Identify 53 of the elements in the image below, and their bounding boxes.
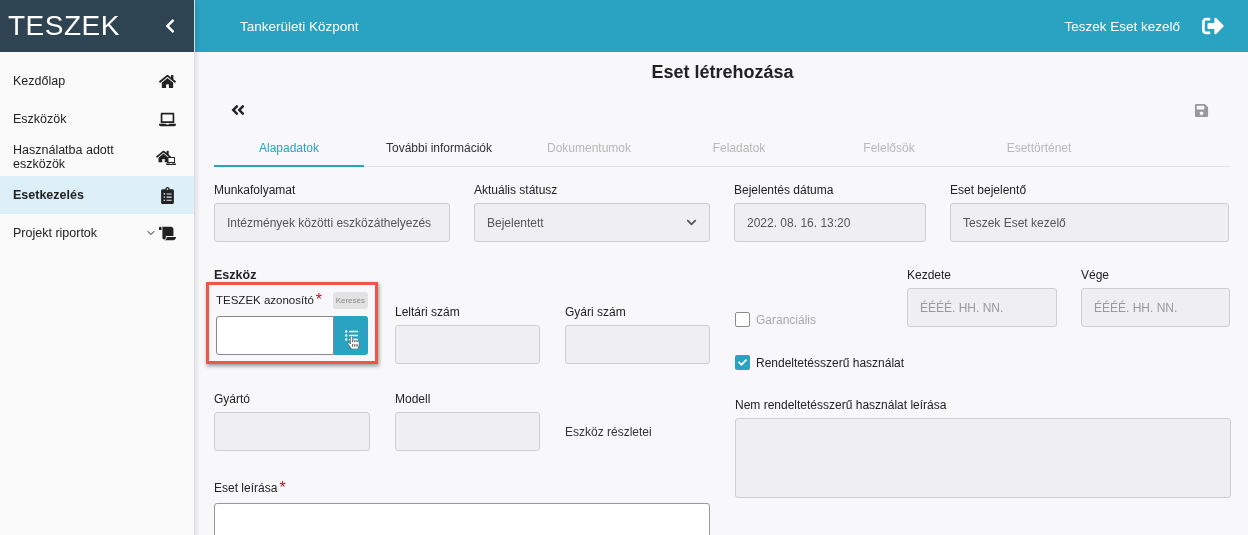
tooltip: Keresés xyxy=(332,291,368,309)
sidebar-item[interactable]: Kezdőlap xyxy=(0,62,194,100)
organization-name: Tankerületi Központ xyxy=(240,18,359,34)
field-label: Aktuális státusz xyxy=(474,183,559,197)
sidebar-item[interactable]: Használatba adott eszközök xyxy=(0,138,194,176)
readonly-field[interactable] xyxy=(395,412,540,451)
readonly-field[interactable]: Teszek Eset kezelő xyxy=(950,203,1229,242)
checkbox[interactable] xyxy=(735,355,750,370)
text-area[interactable] xyxy=(214,503,710,535)
hand-cursor-icon xyxy=(347,336,360,349)
readonly-field[interactable] xyxy=(395,325,540,364)
required-mark: * xyxy=(315,291,323,309)
field-label: Vége xyxy=(1081,268,1111,282)
field-label: Nem rendeltetésszerű használat leírása xyxy=(735,398,948,412)
field-label: Munkafolyamat xyxy=(214,183,297,197)
check-icon xyxy=(738,358,747,367)
field-label: Kezdete xyxy=(907,268,953,282)
field-label: Modell xyxy=(395,392,432,406)
status-select[interactable]: Bejelentett xyxy=(474,203,710,242)
sidebar-item[interactable]: Projekt riportok xyxy=(0,214,194,252)
input-field[interactable] xyxy=(216,316,334,355)
checkbox-label: Rendeltetésszerű használat xyxy=(756,355,905,370)
dropdown-icon xyxy=(686,217,697,228)
clipboard-icon xyxy=(159,186,176,204)
user-name: Teszek Eset kezelő xyxy=(1064,18,1180,34)
house-laptop-icon xyxy=(156,148,176,166)
device-details-link[interactable]: Eszköz részletei xyxy=(565,425,710,451)
readonly-field[interactable]: Intézmények közötti eszközáthelyezés xyxy=(214,203,450,242)
field-label: TESZEK azonosító xyxy=(216,294,314,306)
field-label: Eset bejelentő xyxy=(950,183,1028,197)
required-mark: * xyxy=(279,479,286,497)
page-title: Eset létrehozása xyxy=(650,62,795,83)
readonly-field[interactable]: 2022. 08. 16. 13:20 xyxy=(734,203,926,242)
logout-icon[interactable] xyxy=(1202,15,1224,37)
readonly-field[interactable] xyxy=(214,412,370,451)
laptop-icon xyxy=(159,110,176,128)
field-label: Bejelentés dátuma xyxy=(734,183,835,197)
scroll-icon xyxy=(159,224,176,242)
field-label: Eset leírása xyxy=(214,481,278,495)
sidebar-item[interactable]: Esetkezelés xyxy=(0,176,194,214)
app-title: TESZEK xyxy=(8,10,120,42)
section-heading: Eszköz xyxy=(214,268,258,282)
readonly-field[interactable] xyxy=(565,325,710,364)
search-list-button[interactable] xyxy=(334,316,368,355)
field-label: Gyári szám xyxy=(565,305,627,319)
field-label: Gyártó xyxy=(214,392,251,406)
tab[interactable]: További információk xyxy=(364,129,514,167)
field-label: Leltári szám xyxy=(395,305,461,319)
sidebar-item[interactable]: Eszközök xyxy=(0,100,194,138)
home-icon xyxy=(159,72,176,90)
checkbox-label: Garanciális xyxy=(756,312,817,327)
back-icon[interactable] xyxy=(230,102,246,118)
save-icon[interactable] xyxy=(1194,102,1209,118)
